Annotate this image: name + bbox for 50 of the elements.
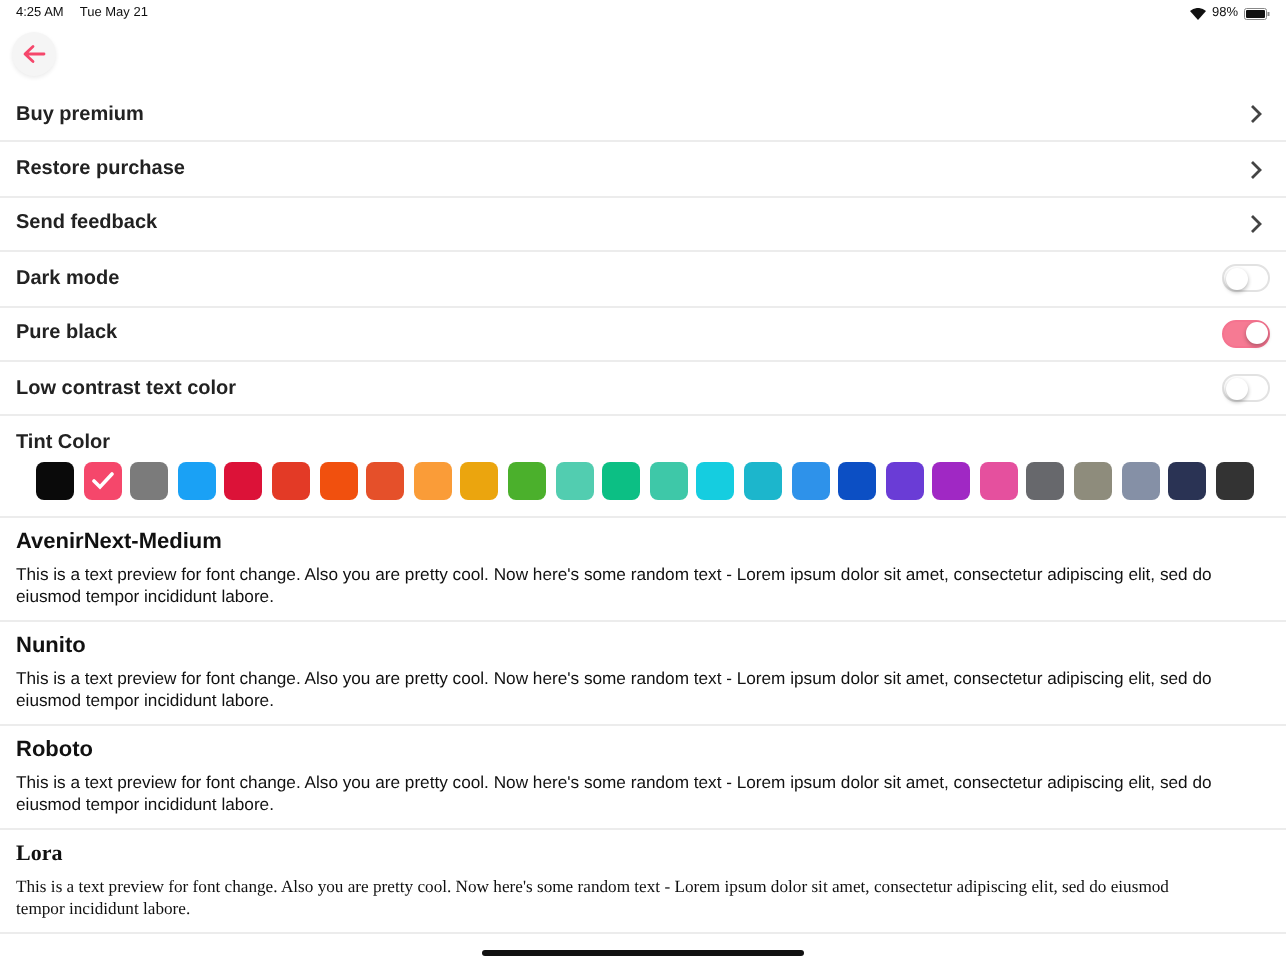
settings-label[interactable]: Send feedback <box>16 212 158 235</box>
settings-label: Low contrast text color <box>16 377 237 400</box>
color-swatch[interactable] <box>1026 462 1065 501</box>
settings-label: Dark mode <box>16 267 120 290</box>
color-swatch[interactable] <box>838 462 877 501</box>
font-preview-text: This is a text preview for font change. Also you are pretty cool. Now here's some random text - Lorem ipsum dolor sit amet, consectetur adipiscing elit, sed do eiusmod tempor incididunt labore. <box>16 876 1171 921</box>
color-swatch[interactable] <box>319 462 358 501</box>
font-name[interactable]: AvenirNext-Medium <box>16 530 222 555</box>
checkmark-icon <box>91 472 114 491</box>
color-swatch[interactable] <box>460 462 499 501</box>
tint-color-label: Tint Color <box>16 432 111 455</box>
color-swatch[interactable] <box>366 462 405 501</box>
wifi-icon <box>1189 7 1206 19</box>
color-swatch[interactable] <box>791 462 829 501</box>
font-name[interactable]: Roboto <box>16 738 93 763</box>
color-swatch[interactable] <box>1074 462 1113 501</box>
color-swatch[interactable] <box>602 462 641 501</box>
color-swatch[interactable] <box>1215 462 1254 501</box>
font-preview-text: This is a text preview for font change. Also you are pretty cool. Now here's some random text - Lorem ipsum dolor sit amet, consectetur adipiscing elit, sed do eiusmod tempor incididunt labore. <box>16 564 1214 609</box>
toggle-switch[interactable] <box>1222 319 1270 348</box>
settings-label: Pure black <box>16 322 118 345</box>
color-swatch[interactable] <box>36 462 74 501</box>
color-swatch[interactable] <box>932 462 971 501</box>
color-swatch[interactable] <box>83 462 122 501</box>
font-name[interactable]: Lora <box>16 842 63 867</box>
color-swatch[interactable] <box>743 462 782 501</box>
color-swatch[interactable] <box>413 462 452 501</box>
settings-label[interactable]: Buy premium <box>16 103 144 126</box>
color-swatch[interactable] <box>224 462 263 501</box>
color-swatch[interactable] <box>649 462 688 501</box>
color-swatch[interactable] <box>979 462 1018 501</box>
color-swatch[interactable] <box>1121 462 1160 501</box>
back-arrow-icon <box>22 44 46 64</box>
battery-icon <box>1244 7 1270 19</box>
chevron-right-icon <box>1250 159 1262 180</box>
font-preview-text: This is a text preview for font change. Also you are pretty cool. Now here's some random text - Lorem ipsum dolor sit amet, consectetur adipiscing elit, sed do eiusmod tempor incididunt labore. <box>16 772 1214 817</box>
color-swatch[interactable] <box>696 462 735 501</box>
chevron-right-icon <box>1250 104 1262 125</box>
chevron-right-icon <box>1250 213 1262 234</box>
color-swatch[interactable] <box>130 462 169 501</box>
color-swatch[interactable] <box>177 462 216 501</box>
font-preview-text: This is a text preview for font change. Also you are pretty cool. Now here's some random text - Lorem ipsum dolor sit amet, consectetur adipiscing elit, sed do eiusmod tempor incididunt labore. <box>16 668 1214 713</box>
back-button[interactable] <box>12 32 56 76</box>
color-swatch[interactable] <box>555 462 594 501</box>
color-swatch[interactable] <box>885 462 924 501</box>
settings-label[interactable]: Restore purchase <box>16 158 185 181</box>
color-swatch[interactable] <box>507 462 546 501</box>
color-swatch[interactable] <box>271 462 310 501</box>
color-swatch[interactable] <box>1168 462 1207 501</box>
font-name[interactable]: Nunito <box>16 634 86 659</box>
